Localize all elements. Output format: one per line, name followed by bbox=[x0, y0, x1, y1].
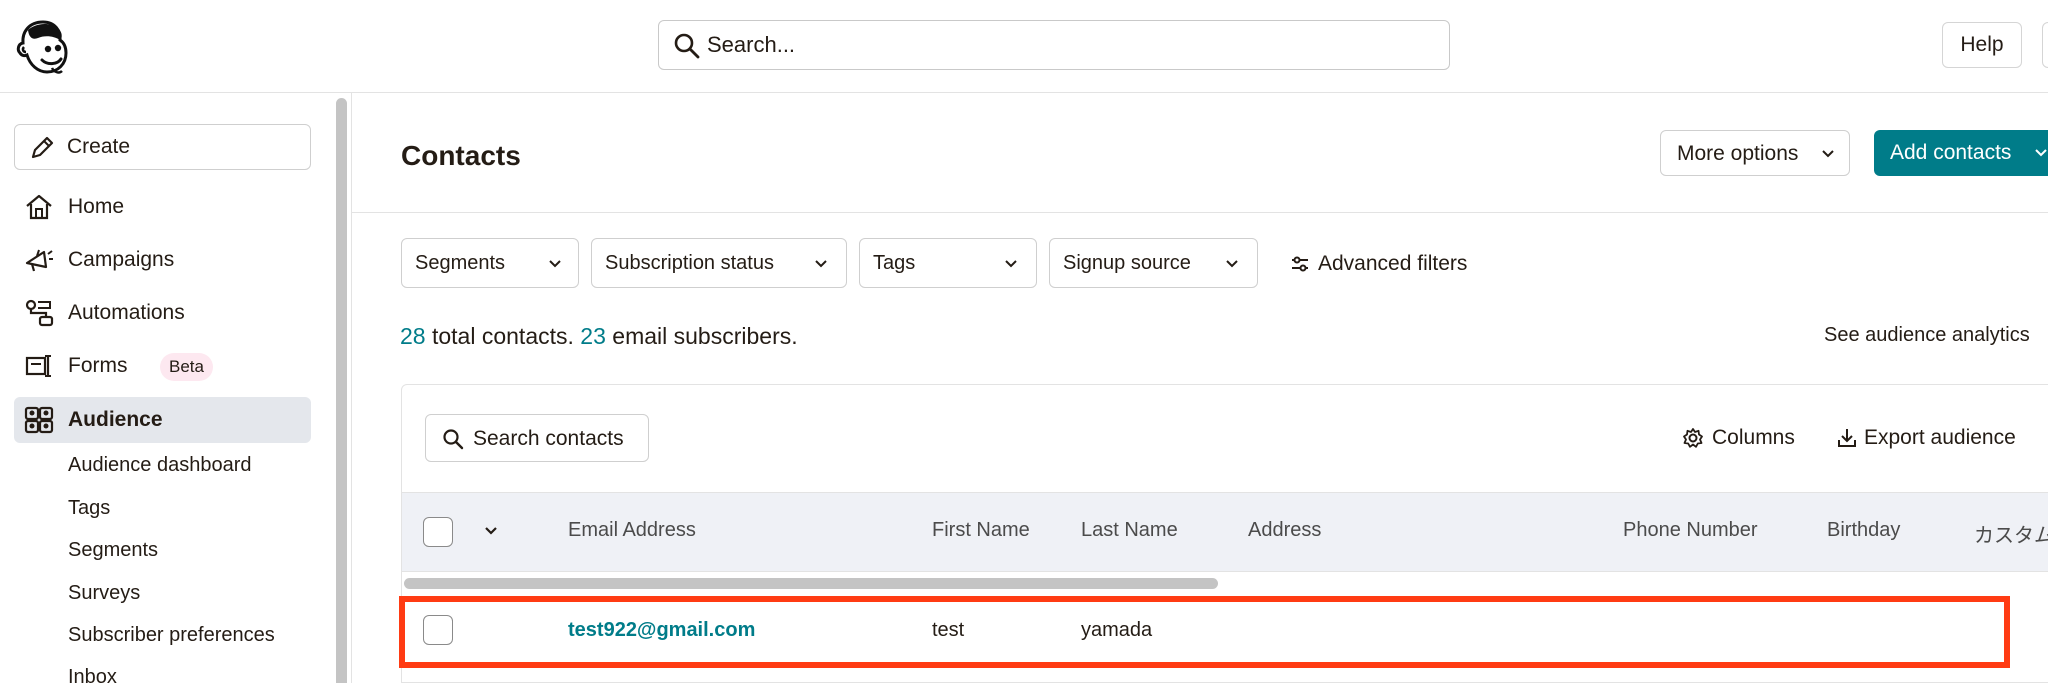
pencil-icon bbox=[31, 136, 54, 159]
sidebar-item-home[interactable]: Home bbox=[14, 184, 311, 230]
search-contacts-label: Search contacts bbox=[473, 427, 624, 450]
email-subscribers-text: email subscribers. bbox=[605, 323, 798, 349]
select-all-checkbox[interactable] bbox=[423, 517, 453, 547]
create-label: Create bbox=[67, 135, 131, 158]
global-search[interactable] bbox=[658, 20, 1450, 70]
filter-label: Tags bbox=[873, 252, 916, 274]
chevron-down-icon[interactable] bbox=[484, 524, 498, 538]
divider bbox=[352, 212, 2048, 213]
sidebar-item-label: Campaigns bbox=[68, 248, 175, 271]
add-contacts-label: Add contacts bbox=[1890, 141, 2012, 164]
chevron-down-icon bbox=[1822, 150, 1834, 158]
sidebar-subitem-tags[interactable]: Tags bbox=[68, 497, 110, 520]
column-header-birthday[interactable]: Birthday bbox=[1827, 519, 1900, 542]
filter-label: Segments bbox=[415, 252, 506, 274]
chevron-down-icon bbox=[2035, 149, 2047, 157]
chevron-down-icon bbox=[1226, 260, 1238, 268]
beta-badge: Beta bbox=[160, 353, 213, 381]
search-icon bbox=[443, 429, 464, 450]
filter-tags[interactable]: Tags bbox=[859, 238, 1037, 288]
sidebar-item-campaigns[interactable]: Campaigns bbox=[14, 237, 311, 283]
more-options-label: More options bbox=[1677, 142, 1799, 165]
form-icon bbox=[25, 355, 51, 377]
sidebar-subitem-audience-dashboard[interactable]: Audience dashboard bbox=[68, 454, 251, 477]
column-header-custom[interactable]: カスタム bbox=[1974, 519, 2048, 548]
table-horizontal-scrollbar[interactable] bbox=[404, 578, 1218, 589]
audience-icon bbox=[24, 406, 54, 434]
chevron-down-icon bbox=[1005, 260, 1017, 268]
total-contacts-count[interactable]: 28 bbox=[400, 323, 426, 349]
filter-label: Signup source bbox=[1063, 252, 1191, 274]
column-header-address[interactable]: Address bbox=[1248, 519, 1321, 542]
search-contacts-button[interactable]: Search contacts bbox=[425, 414, 649, 462]
automation-flow-icon bbox=[25, 299, 54, 327]
column-header-phone[interactable]: Phone Number bbox=[1623, 519, 1758, 542]
email-subscribers-count[interactable]: 23 bbox=[580, 323, 606, 349]
sidebar-subitem-inbox[interactable]: Inbox bbox=[68, 666, 117, 683]
sidebar-subitem-subscriber-preferences[interactable]: Subscriber preferences bbox=[68, 624, 275, 647]
sidebar-item-label: Audience bbox=[68, 408, 163, 431]
sidebar-item-audience[interactable]: Audience bbox=[14, 397, 311, 443]
home-icon bbox=[26, 194, 52, 220]
sidebar-item-label: Automations bbox=[68, 301, 185, 324]
create-button[interactable]: Create bbox=[14, 124, 311, 170]
account-button[interactable] bbox=[2042, 22, 2048, 68]
row-highlight-box bbox=[399, 596, 2010, 668]
page-title: Contacts bbox=[401, 140, 521, 171]
columns-label: Columns bbox=[1712, 426, 1795, 449]
see-audience-analytics-link[interactable]: See audience analytics bbox=[1824, 324, 2030, 347]
column-header-last-name[interactable]: Last Name bbox=[1081, 519, 1178, 542]
advanced-filters-label: Advanced filters bbox=[1318, 252, 1468, 275]
megaphone-icon bbox=[25, 249, 53, 272]
top-bar: Help bbox=[0, 0, 2048, 93]
gear-icon bbox=[1683, 428, 1703, 448]
chevron-down-icon bbox=[549, 260, 561, 268]
sidebar-subitem-surveys[interactable]: Surveys bbox=[68, 582, 140, 605]
column-header-email[interactable]: Email Address bbox=[568, 519, 696, 542]
filter-segments[interactable]: Segments bbox=[401, 238, 579, 288]
column-header-first-name[interactable]: First Name bbox=[932, 519, 1030, 542]
filter-signup-source[interactable]: Signup source bbox=[1049, 238, 1258, 288]
search-icon bbox=[674, 33, 700, 59]
filter-label: Subscription status bbox=[605, 252, 774, 274]
help-button[interactable]: Help bbox=[1942, 22, 2022, 68]
more-options-button[interactable]: More options bbox=[1660, 130, 1850, 176]
download-icon bbox=[1838, 429, 1856, 447]
total-contacts-text: total contacts. bbox=[425, 323, 581, 349]
mailchimp-logo-icon[interactable] bbox=[14, 16, 72, 76]
search-input[interactable] bbox=[707, 29, 1427, 61]
sidebar-item-forms[interactable]: Forms Beta bbox=[14, 343, 311, 389]
sidebar-item-automations[interactable]: Automations bbox=[14, 290, 311, 336]
sidebar-item-label: Home bbox=[68, 195, 125, 218]
contacts-summary: 28 total contacts. 23 email subscribers. bbox=[400, 323, 798, 350]
sidebar-subitem-segments[interactable]: Segments bbox=[68, 539, 158, 562]
sidebar-scrollbar[interactable] bbox=[336, 98, 347, 683]
add-contacts-button[interactable]: Add contacts bbox=[1874, 130, 2048, 176]
sidebar-item-label: Forms bbox=[68, 354, 128, 377]
sliders-icon bbox=[1292, 256, 1308, 272]
export-audience-label: Export audience bbox=[1864, 426, 2016, 449]
chevron-down-icon bbox=[815, 260, 827, 268]
divider bbox=[351, 93, 352, 683]
filter-subscription-status[interactable]: Subscription status bbox=[591, 238, 847, 288]
